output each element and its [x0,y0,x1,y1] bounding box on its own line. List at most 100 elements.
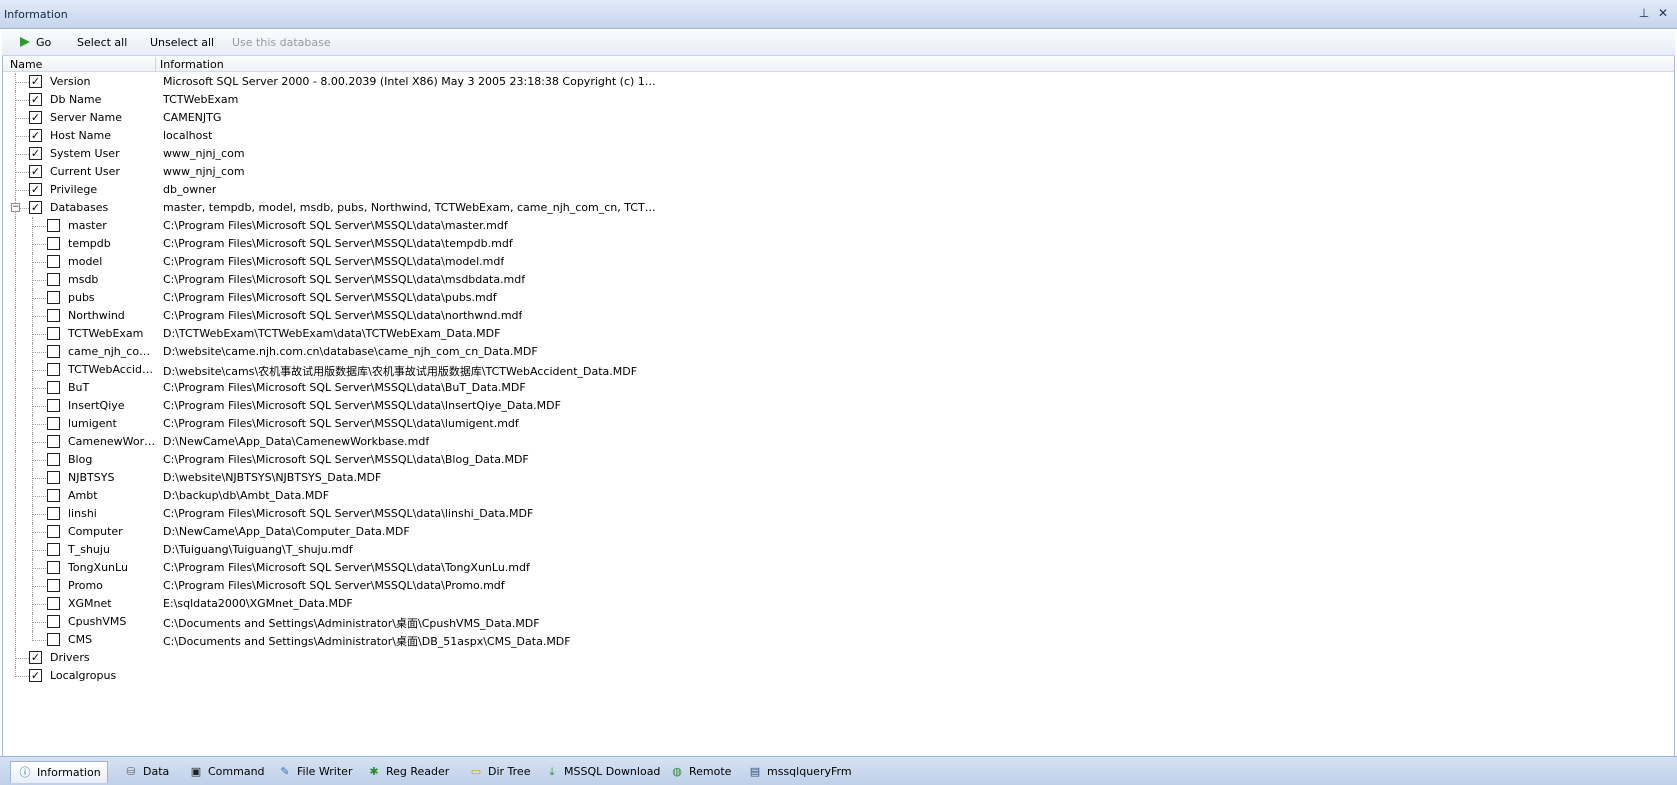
database-row[interactable]: Blog C:\Program Files\Microsoft SQL Serve… [3,451,1674,469]
database-row[interactable]: pubs C:\Program Files\Microsoft SQL Serve… [3,289,1674,307]
tab-file-writer[interactable]: ✎ File Writer [271,761,358,783]
database-row[interactable]: tempdb C:\Program Files\Microsoft SQL Ser… [3,235,1674,253]
select-all-button[interactable]: Select all [77,35,127,51]
tree-branch-line [32,370,46,371]
tab-mssql-download[interactable]: ⤓ MSSQL Download [538,761,666,783]
row-checkbox[interactable]: ✓ [29,93,42,106]
tree-row[interactable]: ✓ Privilege db_owner [3,181,1674,199]
tree-row[interactable]: ✓ Localgropus [3,667,1674,685]
database-row[interactable]: CamenewWorkbase D:\NewCame\App_Data\Camen… [3,433,1674,451]
tree-row[interactable]: ✓ Current User www_njnj_com [3,163,1674,181]
row-checkbox[interactable]: ✓ [29,183,42,196]
database-row[interactable]: linshi C:\Program Files\Microsoft SQL Ser… [3,505,1674,523]
database-row[interactable]: master C:\Program Files\Microsoft SQL Ser… [3,217,1674,235]
tab-mssqlqueryfrm[interactable]: ▤ mssqlqueryFrm [741,761,858,783]
tree-row[interactable]: ✓ System User www_njnj_com [3,145,1674,163]
row-checkbox[interactable] [47,237,60,250]
column-separator[interactable] [155,57,156,71]
tree-row[interactable]: − ✓ Databases master, tempdb, model, msdb, … [3,199,1674,217]
tree-row[interactable]: ✓ Server Name CAMENJTG [3,109,1674,127]
row-checkbox[interactable] [47,561,60,574]
tab-data[interactable]: ⛁ Data [117,761,175,783]
tab-command[interactable]: ▣ Command [182,761,271,783]
row-checkbox[interactable] [47,255,60,268]
database-row[interactable]: Promo C:\Program Files\Microsoft SQL Serv… [3,577,1674,595]
unselect-all-button[interactable]: Unselect all [150,35,214,51]
tree-row[interactable]: ✓ Drivers [3,649,1674,667]
database-row[interactable]: XGMnet E:\sqldata2000\XGMnet_Data.MDF [3,595,1674,613]
tab-dir-tree[interactable]: ▭ Dir Tree [462,761,536,783]
tree-row[interactable]: ✓ Db Name TCTWebExam [3,91,1674,109]
row-checkbox[interactable] [47,273,60,286]
database-row[interactable]: BuT C:\Program Files\Microsoft SQL Server… [3,379,1674,397]
row-name: Drivers [50,651,90,664]
row-checkbox[interactable] [47,219,60,232]
database-row[interactable]: TongXunLu C:\Program Files\Microsoft SQL … [3,559,1674,577]
row-checkbox[interactable]: ✓ [29,165,42,178]
row-checkbox[interactable]: ✓ [29,669,42,682]
row-checkbox[interactable]: ✓ [29,651,42,664]
row-checkbox[interactable] [47,327,60,340]
database-row[interactable]: TCTWebAccident D:\website\cams\农机事故试用版数据库… [3,361,1674,379]
row-checkbox[interactable] [47,381,60,394]
row-checkbox[interactable]: ✓ [29,201,42,214]
tree-branch-line [15,82,29,83]
row-checkbox[interactable] [47,579,60,592]
go-button[interactable]: Go [20,35,51,51]
tab-reg-reader[interactable]: ✱ Reg Reader [360,761,455,783]
close-icon[interactable]: ✕ [1656,6,1670,20]
database-row[interactable]: model C:\Program Files\Microsoft SQL Serv… [3,253,1674,271]
tab-information[interactable]: ⓘ Information [10,761,108,783]
row-information: D:\backup\db\Ambt_Data.MDF [163,489,330,502]
download-icon: ⤓ [549,765,555,778]
tree-branch-line [32,406,46,407]
database-row[interactable]: InsertQiye C:\Program Files\Microsoft SQL… [3,397,1674,415]
database-row[interactable]: TCTWebExam D:\TCTWebExam\TCTWebExam\data\… [3,325,1674,343]
row-checkbox[interactable] [47,399,60,412]
row-checkbox[interactable] [47,453,60,466]
row-checkbox[interactable] [47,507,60,520]
database-row[interactable]: NJBTSYS D:\website\NJBTSYS\NJBTSYS_Data.M… [3,469,1674,487]
database-row[interactable]: CpushVMS C:\Documents and Settings\Admini… [3,613,1674,631]
database-row[interactable]: CMS C:\Documents and Settings\Administrat… [3,631,1674,649]
row-checkbox[interactable] [47,435,60,448]
tree-row[interactable]: ✓ Version Microsoft SQL Server 2000 - 8.00… [3,73,1674,91]
row-checkbox[interactable]: ✓ [29,75,42,88]
row-checkbox[interactable] [47,345,60,358]
pin-icon[interactable]: ⊥ [1637,6,1651,20]
row-checkbox[interactable] [47,363,60,376]
row-checkbox[interactable] [47,489,60,502]
row-checkbox[interactable] [47,615,60,628]
row-checkbox[interactable] [47,309,60,322]
tree-branch-line [32,460,46,461]
row-checkbox[interactable]: ✓ [29,111,42,124]
column-header-name[interactable]: Name [10,58,42,71]
row-checkbox[interactable] [47,471,60,484]
row-name: NJBTSYS [68,471,115,484]
row-checkbox[interactable]: ✓ [29,129,42,142]
row-checkbox[interactable] [47,291,60,304]
database-row[interactable]: Northwind C:\Program Files\Microsoft SQL … [3,307,1674,325]
database-row[interactable]: msdb C:\Program Files\Microsoft SQL Serve… [3,271,1674,289]
tab-remote[interactable]: ◍ Remote [663,761,737,783]
database-row[interactable]: lumigent C:\Program Files\Microsoft SQL S… [3,415,1674,433]
tree-branch-line [15,154,29,155]
database-row[interactable]: T_shuju D:\Tuiguang\Tuiguang\T_shuju.mdf [3,541,1674,559]
use-this-database-button[interactable]: Use this database [232,35,331,51]
row-checkbox[interactable] [47,525,60,538]
database-row[interactable]: Computer D:\NewCame\App_Data\Computer_Dat… [3,523,1674,541]
tree-row[interactable]: ✓ Host Name localhost [3,127,1674,145]
row-information: C:\Program Files\Microsoft SQL Server\MS… [163,291,497,304]
row-checkbox[interactable] [47,633,60,646]
row-checkbox[interactable] [47,417,60,430]
column-header-information[interactable]: Information [160,58,224,71]
row-checkbox[interactable] [47,597,60,610]
tree-rows: ✓ Version Microsoft SQL Server 2000 - 8.00… [3,73,1674,685]
collapse-icon[interactable]: − [11,203,20,212]
row-checkbox[interactable]: ✓ [29,147,42,160]
row-checkbox[interactable] [47,543,60,556]
row-name: BuT [68,381,90,394]
tree-guide-line [15,271,16,289]
database-row[interactable]: Ambt D:\backup\db\Ambt_Data.MDF [3,487,1674,505]
database-row[interactable]: came_njh_com_cn D:\website\came.njh.com.c… [3,343,1674,361]
